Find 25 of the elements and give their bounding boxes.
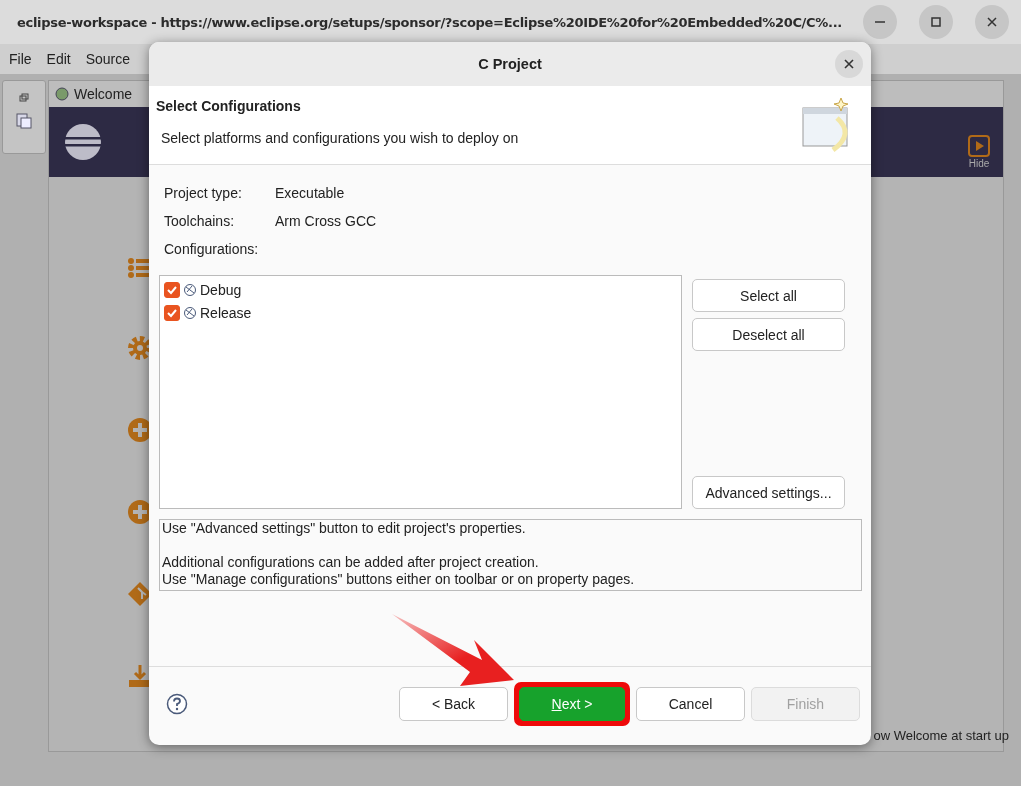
dialog-button[interactable]: Advanced settings... <box>692 476 845 509</box>
field-label: Project type: <box>164 185 243 201</box>
page-description: Select platforms and configurations you wish to deploy on <box>160 130 519 146</box>
field-value: Arm Cross GCC <box>275 213 377 229</box>
dialog-button[interactable]: Select all <box>692 279 845 312</box>
field-value: Executable <box>275 185 345 201</box>
configuration-name: Debug <box>200 281 242 298</box>
startup-text: ow Welcome at start up <box>873 728 1009 743</box>
dialog-button[interactable]: < Back <box>399 687 508 721</box>
info-text: Additional configurations can be added after project creation. <box>162 554 540 571</box>
page-heading: Select Configurations <box>156 98 302 114</box>
dialog-title: C Project <box>478 56 542 72</box>
window-title: eclipse-workspace - https://www.eclipse.org/setups/sponsor/?scope=Eclipse%20IDE%20for%20Embedded%20C/C%... <box>17 14 843 30</box>
hide-button[interactable]: Hide <box>967 115 991 169</box>
configuration-name: Release <box>200 304 252 321</box>
dialog-button[interactable]: Cancel <box>636 687 745 721</box>
configurations-label: Configurations: <box>164 241 259 257</box>
info-text: Use "Manage configurations" buttons either on toolbar or on property pages. <box>162 571 636 588</box>
info-text: Use "Advanced settings" button to edit project's properties. <box>162 520 527 537</box>
welcome-tab[interactable]: Welcome <box>49 81 143 107</box>
menu-item[interactable]: File <box>9 51 32 67</box>
menu-item[interactable]: Edit <box>46 51 71 67</box>
menu-item[interactable]: Source <box>85 51 131 67</box>
field-label: Toolchains: <box>164 213 236 229</box>
dialog-button[interactable]: Deselect all <box>692 318 845 351</box>
